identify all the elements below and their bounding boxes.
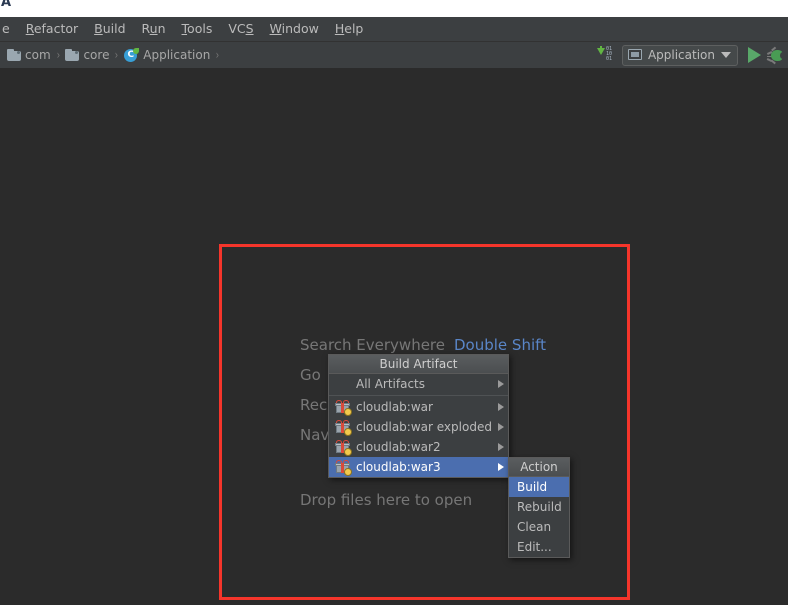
popup-item-label: cloudlab:war exploded — [356, 420, 492, 434]
popup-item-label: cloudlab:war3 — [356, 460, 441, 474]
popup-item-cloudlab-war2[interactable]: cloudlab:war2 — [329, 437, 508, 457]
submenu-item-edit-[interactable]: Edit... — [509, 537, 569, 557]
popup-item-list: All Artifacts cloudlab:war cloudlab:war ex… — [329, 374, 508, 477]
run-configuration-selector[interactable]: Application — [621, 44, 738, 66]
folder-icon — [7, 49, 21, 61]
drop-files-hint: Drop files here to open — [300, 491, 473, 509]
menubar-item-e[interactable]: e — [0, 19, 18, 40]
submenu-arrow-icon — [498, 403, 504, 411]
popup-item-cloudlab-war-exploded[interactable]: cloudlab:war exploded — [329, 417, 508, 437]
navigation-bar: com › core › C Application › 01 10 01 Applicatio… — [0, 42, 788, 68]
breadcrumb-separator: › — [216, 48, 220, 62]
menubar-item-help[interactable]: Help — [327, 19, 372, 40]
submenu-title: Action — [509, 458, 569, 477]
breadcrumb-label: core — [83, 48, 110, 62]
hint-label: Search Everywhere — [300, 336, 445, 354]
application-config-icon — [627, 49, 642, 61]
sort-bits-icon[interactable]: 01 10 01 — [596, 46, 616, 64]
hint-label: Go — [300, 366, 321, 384]
popup-item-label: cloudlab:war2 — [356, 440, 441, 454]
menubar-item-run[interactable]: Run — [134, 19, 174, 40]
folder-icon — [65, 49, 80, 61]
editor-empty-workspace: Search Everywhere Double Shift Go Rec Nav Dr… — [0, 68, 788, 605]
menubar-item-build[interactable]: Build — [86, 19, 133, 40]
breadcrumb-item-core[interactable]: core — [62, 47, 112, 63]
window-title-text: A — [1, 0, 12, 10]
breadcrumb-separator: › — [56, 48, 60, 62]
submenu-arrow-icon — [498, 443, 504, 451]
action-submenu: Action Build Rebuild Clean Edit... — [508, 457, 570, 558]
hint-shortcut: Double Shift — [454, 336, 547, 354]
menubar-item-window[interactable]: Window — [262, 19, 327, 40]
navbar-right-controls: 01 10 01 Application — [596, 42, 788, 68]
submenu-item-label: Rebuild — [517, 500, 562, 514]
popup-item-label: All Artifacts — [356, 377, 426, 391]
submenu-item-label: Clean — [517, 520, 552, 534]
submenu-item-label: Edit... — [517, 540, 552, 554]
window-title-strip: A — [0, 0, 788, 17]
popup-item-all-artifacts[interactable]: All Artifacts — [329, 374, 508, 394]
menubar-item-refactor[interactable]: Refactor — [18, 19, 86, 40]
menu-bar: e Refactor Build Run Tools VCS Window Help — [0, 17, 788, 42]
breadcrumb-label: Application — [143, 48, 211, 62]
ide-window: A e Refactor Build Run Tools VCS Window Help co… — [0, 0, 788, 605]
artifact-icon — [335, 399, 352, 416]
popup-item-label: cloudlab:war — [356, 400, 433, 414]
breadcrumb: com › core › C Application › — [0, 47, 222, 64]
submenu-item-list: Build Rebuild Clean Edit... — [509, 477, 569, 557]
submenu-item-build[interactable]: Build — [509, 477, 569, 497]
popup-item-cloudlab-war3[interactable]: cloudlab:war3 — [329, 457, 508, 477]
artifact-icon — [335, 439, 352, 456]
run-configuration-label: Application — [647, 48, 715, 62]
submenu-arrow-icon — [498, 463, 504, 471]
breadcrumb-separator: › — [115, 48, 119, 62]
breadcrumb-item-application[interactable]: C Application — [121, 47, 213, 64]
popup-item-cloudlab-war[interactable]: cloudlab:war — [329, 397, 508, 417]
chevron-down-icon[interactable] — [721, 52, 731, 58]
submenu-item-clean[interactable]: Clean — [509, 517, 569, 537]
artifact-icon — [335, 459, 352, 476]
debug-icon[interactable] — [766, 46, 786, 64]
popup-separator — [329, 395, 508, 396]
submenu-arrow-icon — [498, 380, 504, 388]
submenu-item-label: Build — [517, 480, 548, 494]
run-icon[interactable] — [748, 47, 761, 63]
build-artifact-popup: Build Artifact All Artifacts cloudlab:war… — [328, 354, 509, 478]
java-class-icon: C — [124, 47, 140, 63]
submenu-item-rebuild[interactable]: Rebuild — [509, 497, 569, 517]
submenu-arrow-icon — [498, 423, 504, 431]
breadcrumb-item-com[interactable]: com — [4, 47, 54, 63]
menubar-item-tools[interactable]: Tools — [174, 19, 221, 40]
breadcrumb-label: com — [25, 48, 51, 62]
hint-label: Rec — [300, 396, 328, 414]
artifact-icon — [335, 419, 352, 436]
hint-label: Nav — [300, 426, 330, 444]
popup-title: Build Artifact — [329, 355, 508, 374]
menubar-item-vcs[interactable]: VCS — [220, 19, 261, 40]
